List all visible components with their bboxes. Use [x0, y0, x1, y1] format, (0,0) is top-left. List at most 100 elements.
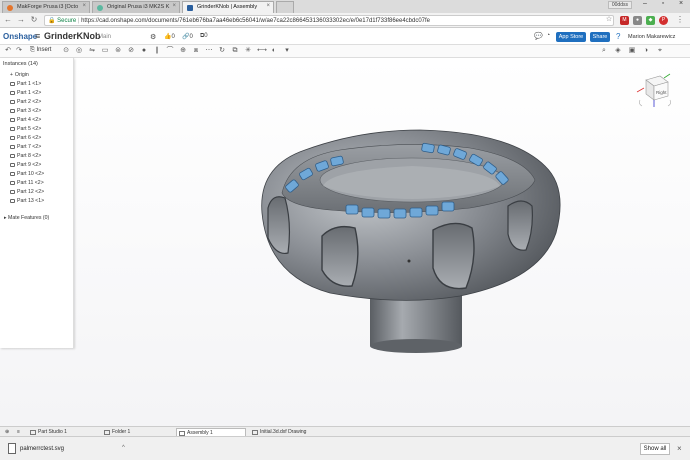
- secure-label: Secure: [57, 18, 77, 24]
- document-title[interactable]: GrinderKNob: [44, 31, 101, 41]
- mate-connector-icon[interactable]: ⊕: [179, 47, 187, 55]
- display-mode-icon[interactable]: ▣: [628, 47, 636, 55]
- ball-mate-icon[interactable]: ●: [140, 47, 148, 55]
- tree-item-part[interactable]: Part 12 <2>: [10, 189, 44, 195]
- reload-icon[interactable]: ↻: [29, 15, 39, 25]
- tree-item-part[interactable]: Part 3 <2>: [10, 108, 41, 114]
- onshape-logo[interactable]: Onshape: [3, 32, 37, 41]
- tree-item-origin[interactable]: + Origin: [10, 72, 29, 78]
- part-icon: [10, 189, 15, 194]
- site-favicon-icon: [7, 5, 13, 11]
- part-icon: [10, 180, 15, 185]
- notifications-icon[interactable]: ◔: [546, 32, 550, 39]
- pin-slot-mate-icon[interactable]: ⊘: [127, 47, 135, 55]
- insert-button[interactable]: ⎘ Insert: [30, 47, 51, 54]
- graphics-viewport[interactable]: [0, 58, 690, 426]
- hamburger-menu-icon[interactable]: ≡: [35, 31, 40, 41]
- file-menu-chevron-icon[interactable]: ^: [122, 445, 125, 451]
- close-tab-icon[interactable]: ×: [172, 3, 176, 9]
- tree-item-part[interactable]: Part 9 <2>: [10, 162, 41, 168]
- help-icon[interactable]: ?: [616, 32, 620, 41]
- fastened-mate-icon[interactable]: ⊙: [62, 47, 70, 55]
- drawing-icon: [252, 430, 258, 435]
- downloaded-file[interactable]: palmerrctest.svg ^: [4, 441, 134, 457]
- browser-tab-2[interactable]: Original Prusa i3 MK2S K ×: [92, 1, 180, 13]
- tree-item-part[interactable]: Part 2 <2>: [10, 99, 41, 105]
- browser-menu-icon[interactable]: ⋮: [675, 15, 685, 25]
- copy-counter[interactable]: ⧉0: [200, 33, 208, 40]
- user-menu[interactable]: Marion Makarewicz: [628, 34, 675, 40]
- close-tab-icon[interactable]: ×: [266, 3, 270, 9]
- knob-model[interactable]: [0, 58, 690, 426]
- tree-item-label: Part 1 <2>: [17, 90, 42, 96]
- bookmark-star-icon[interactable]: ☆: [604, 15, 614, 25]
- tree-item-label: Part 8 <2>: [17, 153, 42, 159]
- close-window-icon[interactable]: ×: [672, 0, 690, 10]
- tree-item-part[interactable]: Part 6 <2>: [10, 135, 41, 141]
- like-counter[interactable]: 👍0: [164, 33, 175, 40]
- link-counter[interactable]: 🔗0: [182, 33, 193, 40]
- tree-item-part[interactable]: Part 13 <1>: [10, 198, 44, 204]
- slider-mate-icon[interactable]: ⇋: [88, 47, 96, 55]
- view-options-icon[interactable]: ◈: [614, 47, 622, 55]
- appearance-icon[interactable]: ◑: [642, 47, 650, 55]
- insert-label: Insert: [36, 47, 52, 53]
- measure-icon[interactable]: ⟷: [257, 47, 267, 55]
- tree-item-part[interactable]: Part 8 <2>: [10, 153, 41, 159]
- branch-label[interactable]: Main: [98, 34, 111, 40]
- show-all-downloads-button[interactable]: Show all: [640, 443, 670, 455]
- section-view-icon[interactable]: ◐: [270, 47, 278, 55]
- tree-item-part[interactable]: Part 1 <1>: [10, 81, 41, 87]
- extension-icon[interactable]: ●: [633, 16, 642, 25]
- circular-pattern-icon[interactable]: ↻: [218, 47, 226, 55]
- named-views-icon[interactable]: ⌖: [656, 47, 664, 55]
- redo-icon[interactable]: ↷: [15, 47, 23, 55]
- extension-icon[interactable]: M: [620, 16, 629, 25]
- instances-header[interactable]: Instances (14): [3, 61, 38, 67]
- tree-item-part[interactable]: Part 5 <2>: [10, 126, 41, 132]
- planar-mate-icon[interactable]: ▭: [101, 47, 109, 55]
- browser-tab-3-active[interactable]: GrinderKNob | Assembly ×: [182, 1, 274, 13]
- mate-features-node[interactable]: ▸ Mate Features (0): [4, 215, 49, 221]
- chat-icon[interactable]: 💬: [534, 32, 543, 40]
- app-store-button[interactable]: App Store: [556, 32, 586, 42]
- minimize-icon[interactable]: –: [636, 0, 654, 10]
- part-icon: [10, 117, 15, 122]
- tree-item-part[interactable]: Part 7 <2>: [10, 144, 41, 150]
- part-icon: [10, 153, 15, 158]
- tree-item-part[interactable]: Part 4 <2>: [10, 117, 41, 123]
- tree-item-label: Part 2 <2>: [17, 99, 42, 105]
- undo-icon[interactable]: ↶: [4, 47, 12, 55]
- parallel-mate-icon[interactable]: ∥: [153, 47, 161, 55]
- tangent-mate-icon[interactable]: ⌒: [166, 47, 174, 55]
- view-cube[interactable]: Right: [634, 70, 674, 110]
- url-input[interactable]: 🔒 Secure | https://cad.onshape.com/docum…: [44, 15, 614, 26]
- search-tools-icon[interactable]: ⌕: [600, 47, 608, 55]
- document-tabs: ⊕ ≡ Part Studio 1 Folder 1 Assembly 1 In…: [0, 426, 690, 437]
- close-download-shelf-icon[interactable]: ×: [677, 444, 682, 453]
- linear-pattern-icon[interactable]: ⋯: [205, 47, 213, 55]
- explode-icon[interactable]: ✳: [244, 47, 252, 55]
- new-tab-button[interactable]: [276, 1, 294, 13]
- tree-item-part[interactable]: Part 11 <2>: [10, 180, 44, 186]
- maximize-icon[interactable]: ▫: [654, 0, 672, 10]
- tree-item-part[interactable]: Part 1 <2>: [10, 90, 41, 96]
- group-icon[interactable]: ⧈: [192, 47, 200, 55]
- browser-tab-1[interactable]: MakForge Prusa i3 [Octo ×: [2, 1, 90, 13]
- part-studio-icon: [30, 430, 36, 435]
- versions-icon[interactable]: ⚙: [150, 33, 156, 41]
- cylindrical-mate-icon[interactable]: ⊜: [114, 47, 122, 55]
- replicate-icon[interactable]: ⧉: [231, 47, 239, 55]
- forward-icon[interactable]: →: [16, 15, 26, 25]
- extension-icon[interactable]: ◆: [646, 16, 655, 25]
- back-icon[interactable]: ←: [3, 15, 13, 25]
- tree-item-part[interactable]: Part 10 <2>: [10, 171, 44, 177]
- revolute-mate-icon[interactable]: ◎: [75, 47, 83, 55]
- part-icon: [10, 171, 15, 176]
- share-button[interactable]: Share: [590, 32, 610, 42]
- close-tab-icon[interactable]: ×: [82, 3, 86, 9]
- lock-icon: 🔒: [48, 18, 58, 24]
- browser-tab-label: MakForge Prusa i3 [Octo: [17, 4, 79, 10]
- pinterest-icon[interactable]: P: [659, 16, 668, 25]
- tools-dropdown-icon[interactable]: ▾: [283, 47, 291, 55]
